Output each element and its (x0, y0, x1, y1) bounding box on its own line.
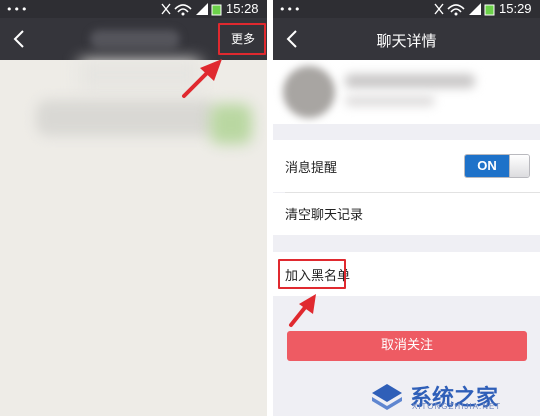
clear-history-row[interactable]: 清空聊天记录 (273, 193, 540, 235)
clock: 15:29 (499, 1, 532, 16)
notify-row: 消息提醒 ON (273, 140, 540, 192)
unfollow-button[interactable]: 取消关注 (287, 331, 527, 361)
contact-profile[interactable] (273, 60, 540, 124)
blurred-contact-info (345, 96, 435, 106)
notify-toggle[interactable]: ON (464, 154, 530, 178)
status-bar: ••• 15:29 (273, 0, 540, 18)
clock: 15:28 (226, 1, 259, 16)
nav-bar: 聊天详情 (273, 18, 540, 60)
blurred-chat-message (36, 100, 216, 136)
right-phone-screen: ••• 15:29 聊天详情 消息提醒 ON 清空聊天记录 加入黑名单 取消关注 (273, 0, 540, 416)
page-title: 聊天详情 (376, 32, 437, 50)
toggle-knob (509, 155, 529, 177)
blurred-chat-title (90, 30, 180, 48)
watermark-logo-icon (372, 384, 402, 410)
blurred-contact-name (345, 74, 475, 88)
clear-history-label: 清空聊天记录 (285, 208, 364, 223)
notify-label: 消息提醒 (285, 161, 338, 176)
toggle-on-label: ON (465, 155, 509, 177)
status-icons (434, 3, 495, 16)
watermark-url: XITONGZHIJIA.NET (412, 402, 502, 411)
notification-dots: ••• (279, 3, 302, 16)
avatar (283, 66, 335, 118)
pointer-arrow-icon (182, 59, 222, 98)
highlight-box-blacklist (278, 259, 346, 289)
notification-dots: ••• (6, 3, 29, 16)
pointer-arrow-icon (289, 294, 316, 327)
status-bar: ••• 15:28 (0, 0, 267, 18)
left-phone-screen: ••• 15:28 更多 (0, 0, 267, 416)
status-icons (161, 3, 222, 16)
highlight-box-more (218, 23, 266, 55)
blurred-chat-bubble (210, 104, 252, 144)
back-arrow-icon[interactable] (12, 29, 26, 49)
